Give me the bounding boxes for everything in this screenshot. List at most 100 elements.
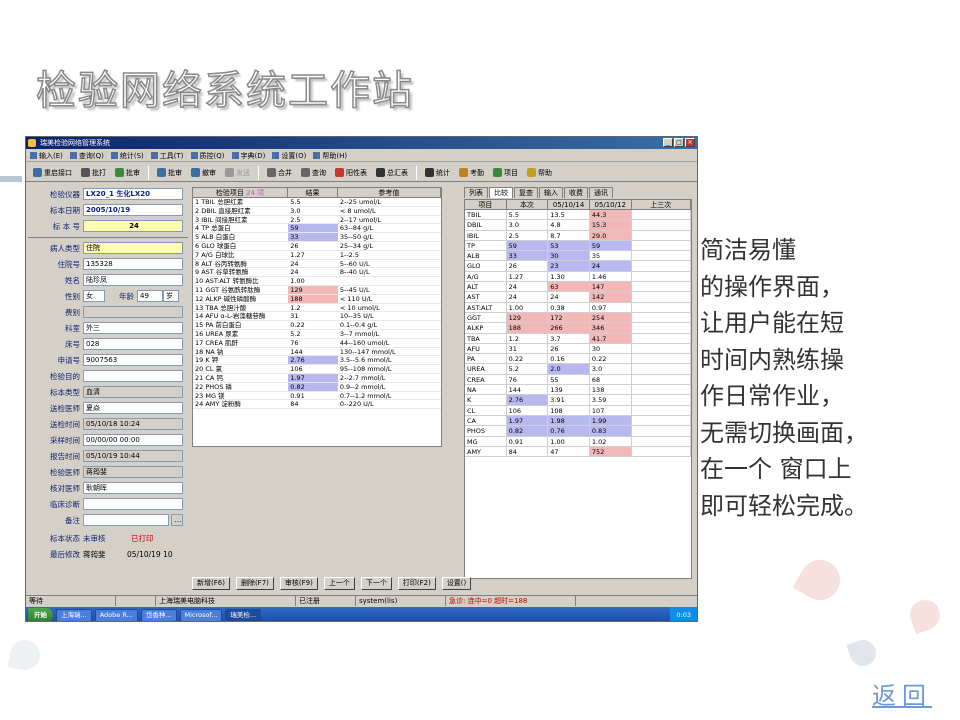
compare-row[interactable]: AMY 84 47 752 bbox=[465, 446, 692, 458]
result-value[interactable]: 31 bbox=[288, 312, 338, 320]
result-value[interactable]: 144 bbox=[288, 348, 338, 356]
toolbar-button[interactable]: 考勤 bbox=[456, 167, 487, 179]
compare-row[interactable]: A/G 1.27 1.30 1.46 bbox=[465, 271, 692, 283]
result-row[interactable]: 21 CA 钙 1.97 2--2.7 mmol/L bbox=[193, 373, 441, 383]
result-value[interactable]: 3.0 bbox=[288, 207, 338, 215]
compare-row[interactable]: PA 0.22 0.16 0.22 bbox=[465, 354, 692, 365]
result-value[interactable]: 2.5 bbox=[288, 216, 338, 224]
toolbar-button[interactable]: 重启接口 bbox=[30, 167, 75, 179]
compare-row[interactable]: CREA 76 55 68 bbox=[465, 374, 692, 386]
restore-icon[interactable]: □ bbox=[674, 138, 684, 147]
tab-复查[interactable]: 复查 bbox=[514, 187, 538, 198]
diagnosis-field[interactable] bbox=[83, 498, 183, 510]
result-value[interactable]: 24 bbox=[288, 268, 338, 276]
result-row[interactable]: 10 AST:ALT 转氨酶比 1.00 bbox=[193, 277, 441, 286]
compare-row[interactable]: AST:ALT 1.00 0.38 0.97 bbox=[465, 302, 692, 313]
menu-item[interactable]: 设置(O) bbox=[272, 150, 306, 161]
compare-row[interactable]: UREA 5.2 2.0 3.0 bbox=[465, 364, 692, 375]
minimize-icon[interactable]: _ bbox=[663, 138, 673, 147]
send-time-field[interactable]: 05/10/18 10:24 bbox=[83, 418, 183, 430]
result-value[interactable]: 0.91 bbox=[288, 392, 338, 400]
compare-row[interactable]: CL 106 108 107 bbox=[465, 405, 692, 416]
result-value[interactable]: 26 bbox=[288, 242, 338, 250]
bed-field[interactable]: 028 bbox=[83, 338, 183, 350]
result-value[interactable]: 5.2 bbox=[288, 330, 338, 338]
start-button[interactable]: 开始 bbox=[28, 608, 53, 621]
tab-输入[interactable]: 输入 bbox=[539, 187, 563, 198]
result-value[interactable]: 106 bbox=[288, 365, 338, 373]
compare-row[interactable]: AST 24 24 142 bbox=[465, 292, 692, 303]
result-row[interactable]: 3 IBIL 间接胆红素 2.5 2--17 umol/L bbox=[193, 216, 441, 225]
tester-field[interactable]: 蒋筠斐 bbox=[83, 466, 183, 478]
sex-field[interactable]: 女 bbox=[83, 290, 105, 302]
action-button[interactable]: 删除(F7) bbox=[235, 577, 274, 590]
result-row[interactable]: 19 K 钾 2.76 3.5--5.6 mmol/L bbox=[193, 356, 441, 366]
result-row[interactable]: 1 TBIL 总胆红素 5.5 2--25 umol/L bbox=[193, 198, 441, 207]
toolbar-button[interactable]: 统计 bbox=[422, 167, 453, 179]
report-time-field[interactable]: 05/10/19 10:44 bbox=[83, 450, 183, 462]
compare-row[interactable]: PHOS 0.82 0.76 0.83 bbox=[465, 426, 692, 437]
result-row[interactable]: 20 CL 氯 106 95--108 mmol/L bbox=[193, 365, 441, 374]
back-link[interactable]: 返回 bbox=[872, 676, 932, 711]
result-value[interactable]: 5.5 bbox=[288, 198, 338, 206]
toolbar-button[interactable]: 撤审 bbox=[188, 167, 219, 179]
result-row[interactable]: 7 A/G 白球比 1.27 1--2.5 bbox=[193, 251, 441, 260]
request-field[interactable]: 9007563 bbox=[83, 354, 183, 366]
menu-item[interactable]: 字典(D) bbox=[231, 150, 265, 161]
result-value[interactable]: 59 bbox=[288, 224, 338, 233]
compare-row[interactable]: AFU 31 26 30 bbox=[465, 343, 692, 355]
result-value[interactable]: 0.22 bbox=[288, 321, 338, 329]
more-icon[interactable]: … bbox=[171, 514, 183, 526]
result-row[interactable]: 18 NA 钠 144 130--147 mmol/L bbox=[193, 348, 441, 357]
action-button[interactable]: 设置() bbox=[441, 577, 472, 590]
result-value[interactable]: 24 bbox=[288, 260, 338, 268]
toolbar-button[interactable]: 发送 bbox=[222, 167, 253, 179]
action-button[interactable]: 上一个 bbox=[323, 577, 355, 590]
checker-field[interactable]: 耿朝晖 bbox=[83, 482, 183, 494]
result-value[interactable]: 0.82 bbox=[288, 382, 338, 391]
collect-time-field[interactable]: 00/00/00 00:00 bbox=[83, 434, 183, 446]
toolbar-button[interactable]: 项目 bbox=[490, 167, 521, 179]
toolbar-button[interactable]: 阳性表 bbox=[332, 167, 370, 179]
taskbar-item[interactable]: Microsof... bbox=[179, 608, 223, 621]
compare-row[interactable]: K 2.76 3.91 3.59 bbox=[465, 395, 692, 406]
result-row[interactable]: 13 TBA 总胆汁酸 1.2 < 10 umol/L bbox=[193, 304, 441, 313]
compare-row[interactable]: TBA 1.2 3.7 41.7 bbox=[465, 333, 692, 344]
menu-item[interactable]: 工具(T) bbox=[150, 150, 184, 161]
compare-row[interactable]: ALKP 188 266 346 bbox=[465, 323, 692, 334]
result-row[interactable]: 14 AFU α-L-岩藻糖苷酶 31 10--35 U/L bbox=[193, 312, 441, 322]
instrument-select[interactable]: LX20_1 生化LX20 bbox=[83, 188, 183, 200]
toolbar-button[interactable]: 批审 bbox=[112, 167, 143, 179]
result-value[interactable]: 33 bbox=[288, 233, 338, 241]
toolbar-button[interactable]: 批打 bbox=[78, 167, 109, 179]
menu-item[interactable]: 输入(E) bbox=[30, 150, 63, 161]
taskbar-item[interactable]: 岱香种... bbox=[140, 608, 177, 621]
result-row[interactable]: 6 GLO 球蛋白 26 25--34 g/L bbox=[193, 242, 441, 251]
taskbar-item[interactable]: 上海瑞... bbox=[56, 608, 92, 621]
admission-field[interactable]: 135328 bbox=[83, 258, 183, 270]
compare-row[interactable]: GLO 26 23 24 bbox=[465, 261, 692, 272]
result-value[interactable]: 129 bbox=[288, 285, 338, 294]
menu-item[interactable]: 质控(Q) bbox=[190, 150, 225, 161]
action-button[interactable]: 审核(F9) bbox=[279, 577, 318, 590]
purpose-field[interactable] bbox=[83, 370, 183, 382]
result-row[interactable]: 8 ALT 谷丙转氨酶 24 5--60 U/L bbox=[193, 260, 441, 269]
compare-row[interactable]: ALB 33 30 35 bbox=[465, 251, 692, 262]
result-value[interactable]: 1.97 bbox=[288, 373, 338, 382]
menu-item[interactable]: 统计(S) bbox=[110, 150, 144, 161]
menu-item[interactable]: 帮助(H) bbox=[313, 150, 347, 161]
result-row[interactable]: 16 UREA 尿素 5.2 3--7 mmol/L bbox=[193, 330, 441, 339]
result-value[interactable]: 76 bbox=[288, 339, 338, 347]
result-value[interactable]: 84 bbox=[288, 400, 338, 408]
result-row[interactable]: 2 DBIL 直接胆红素 3.0 < 8 umol/L bbox=[193, 207, 441, 216]
taskbar-item[interactable]: Adobe R... bbox=[94, 608, 138, 621]
result-row[interactable]: 11 GGT 谷氨酰转肽酶 129 5--45 U/L bbox=[193, 285, 441, 295]
toolbar-button[interactable]: 帮助 bbox=[524, 167, 555, 179]
result-row[interactable]: 4 TP 总蛋白 59 63--84 g/L bbox=[193, 224, 441, 234]
compare-row[interactable]: GGT 129 172 254 bbox=[465, 312, 692, 324]
compare-row[interactable]: ALT 24 63 147 bbox=[465, 282, 692, 293]
compare-row[interactable]: IBIL 2.5 8.7 29.0 bbox=[465, 230, 692, 241]
patient-type-field[interactable]: 住院 bbox=[83, 242, 183, 254]
tab-列表[interactable]: 列表 bbox=[464, 187, 488, 198]
result-row[interactable]: 9 AST 谷草转氨酶 24 8--40 U/L bbox=[193, 268, 441, 278]
